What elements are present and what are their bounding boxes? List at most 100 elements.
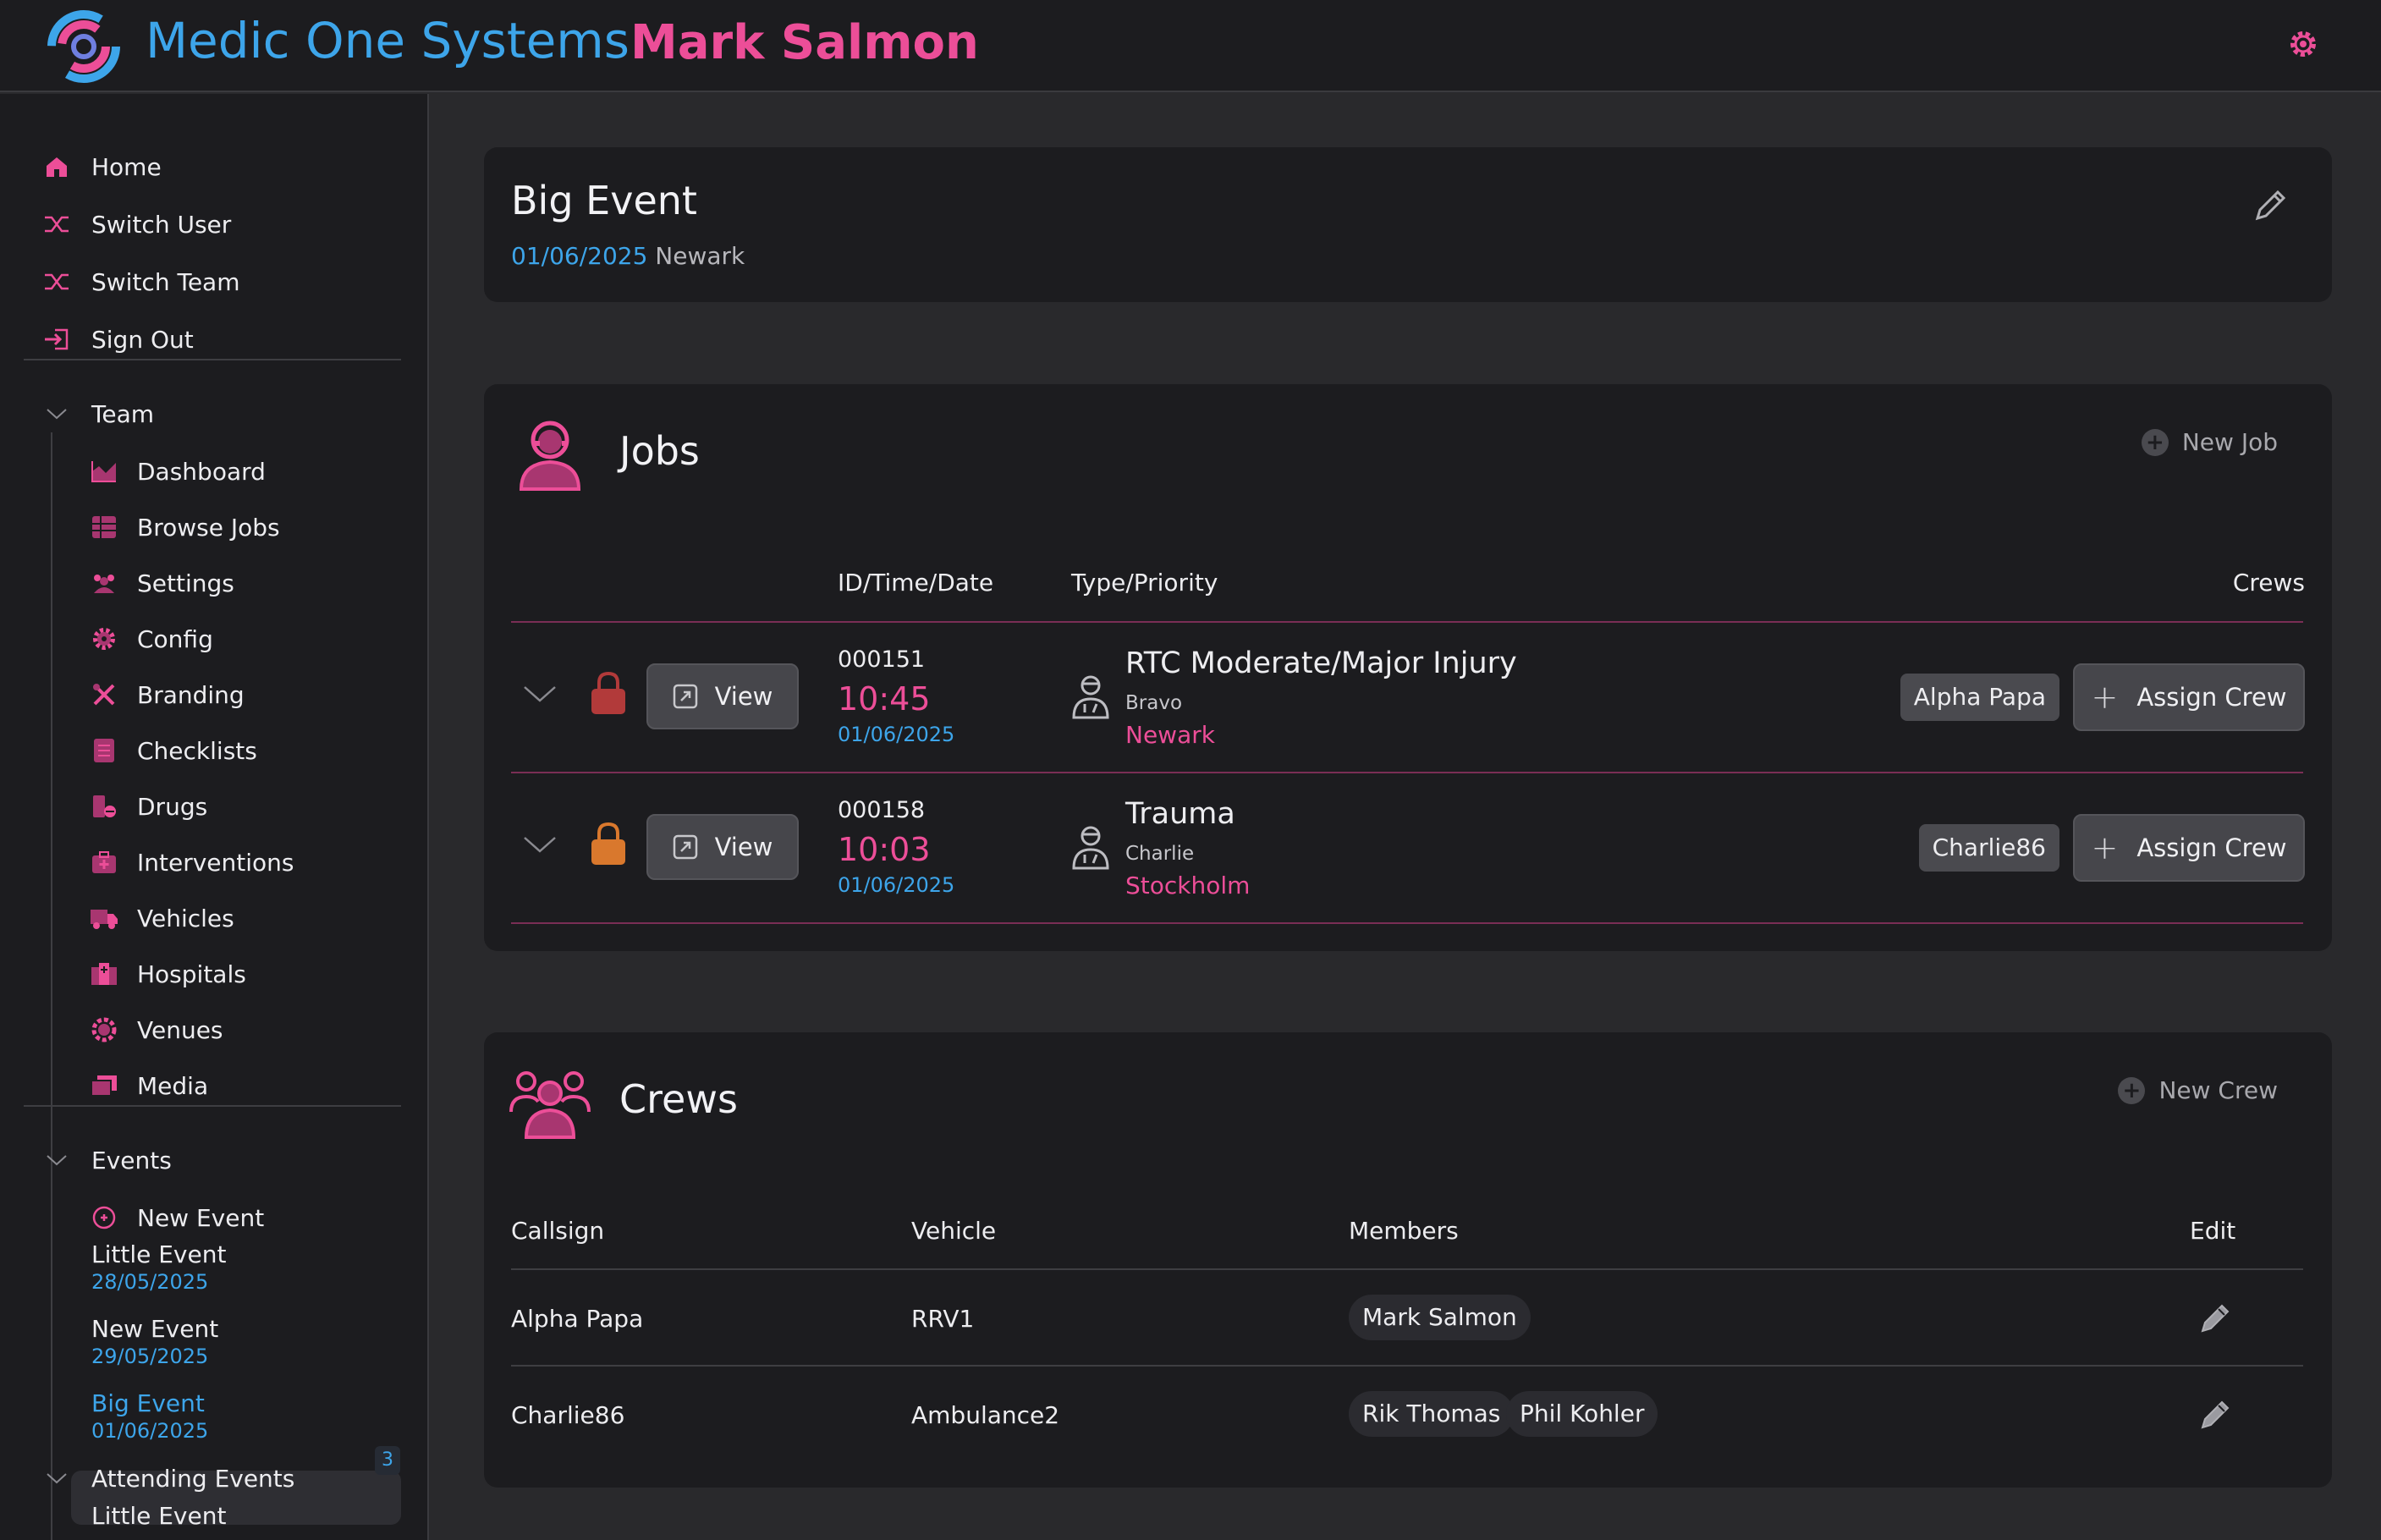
col-header-type: Type/Priority: [1071, 569, 1218, 597]
col-header-edit: Edit: [2190, 1217, 2236, 1245]
call-handler-icon: [519, 421, 581, 491]
assign-crew-label: Assign Crew: [2136, 833, 2287, 862]
sidebar-item-label: Drugs: [137, 792, 208, 821]
sidebar-item-switch-team[interactable]: Switch Team: [42, 263, 239, 300]
member-chip[interactable]: Rik Thomas: [1349, 1391, 1515, 1437]
chevron-down-icon[interactable]: [521, 833, 558, 858]
sidebar-item-home[interactable]: Home: [42, 148, 162, 185]
sidebar-item-label: Browse Jobs: [137, 513, 280, 542]
sidebar-item-hospitals[interactable]: Hospitals: [90, 955, 246, 993]
sidebar-item-config[interactable]: Config: [90, 620, 213, 657]
sidebar-item-label: New Event: [137, 1203, 265, 1232]
pencil-icon[interactable]: [2252, 186, 2290, 223]
medkit-icon: [90, 848, 118, 877]
sidebar-item-label: Media: [137, 1071, 209, 1100]
sidebar-item-drugs[interactable]: Drugs: [90, 788, 207, 825]
event-date: 01/06/2025: [511, 242, 648, 270]
pencil-icon[interactable]: [2198, 1300, 2234, 1335]
job-priority: Charlie: [1125, 843, 1195, 865]
sidebar-item-dashboard[interactable]: Dashboard: [90, 453, 266, 490]
table-row-rule: [511, 772, 2303, 773]
new-job-button[interactable]: + New Job: [2141, 428, 2278, 456]
sidebar-group-attending-events[interactable]: Attending Events: [42, 1460, 294, 1497]
ambulance-icon: [90, 904, 118, 932]
event-header-card: Big Event 01/06/2025 Newark: [484, 147, 2332, 302]
sidebar-item-label: Checklists: [137, 736, 257, 765]
event-title: Big Event: [91, 1389, 205, 1417]
sidebar-item-sign-out[interactable]: Sign Out: [42, 321, 194, 358]
gear-icon[interactable]: [2286, 27, 2320, 61]
sidebar-item-media[interactable]: Media: [90, 1067, 208, 1104]
view-job-button[interactable]: View: [646, 814, 799, 880]
lock-icon[interactable]: [589, 670, 628, 716]
new-crew-button[interactable]: + New Crew: [2118, 1076, 2278, 1104]
home-icon: [42, 152, 71, 181]
sidebar-event-big-event[interactable]: Big Event 01/06/2025: [91, 1389, 208, 1444]
lock-icon[interactable]: [589, 821, 628, 866]
job-priority: Bravo: [1125, 692, 1183, 714]
sidebar: Home Switch User Switch Team Sign Out Te…: [0, 94, 429, 1540]
view-label: View: [714, 682, 773, 711]
sidebar-item-vehicles[interactable]: Vehicles: [90, 899, 234, 937]
assign-crew-button[interactable]: + Assign Crew: [2073, 663, 2305, 731]
event-title: Little Event: [91, 1502, 227, 1530]
sidebar-item-switch-user[interactable]: Switch User: [42, 206, 231, 243]
sidebar-attending-little-event[interactable]: Little Event: [91, 1502, 226, 1531]
job-time: 10:45: [838, 680, 931, 718]
sidebar-group-label: Events: [91, 1146, 172, 1174]
view-job-button[interactable]: View: [646, 663, 799, 729]
pencil-icon[interactable]: [2198, 1396, 2234, 1432]
sidebar-item-settings[interactable]: Settings: [90, 564, 234, 602]
job-date: 01/06/2025: [838, 723, 955, 746]
attending-count-badge: 3: [375, 1446, 400, 1475]
sidebar-group-events[interactable]: Events: [42, 1141, 172, 1179]
assigned-crew-chip[interactable]: Charlie86: [1918, 824, 2059, 872]
table-row-rule: [511, 922, 2303, 924]
sidebar-item-label: Home: [91, 152, 162, 181]
jobs-card: Jobs + New Job ID/Time/Date Type/Priorit…: [484, 384, 2332, 951]
col-header-crews: Crews: [2232, 569, 2305, 597]
sidebar-item-label: Dashboard: [137, 457, 266, 486]
crews-card: Crews + New Crew Callsign Vehicle Member…: [484, 1032, 2332, 1488]
sidebar-event-new-event[interactable]: New Event 29/05/2025: [91, 1315, 218, 1369]
sidebar-item-checklists[interactable]: Checklists: [90, 732, 257, 769]
plus-icon: +: [2091, 829, 2119, 866]
sidebar-item-label: Branding: [137, 680, 245, 709]
sidebar-item-venues[interactable]: Venues: [90, 1011, 223, 1048]
crew-group-icon: [509, 1071, 591, 1139]
new-job-label: New Job: [2181, 428, 2278, 456]
patient-icon: [1072, 826, 1109, 870]
table-row-rule: [511, 1365, 2303, 1367]
gear-icon: [90, 624, 118, 653]
table-header-rule: [511, 621, 2303, 623]
assign-crew-button[interactable]: + Assign Crew: [2073, 814, 2305, 882]
assigned-crew-chip[interactable]: Alpha Papa: [1900, 674, 2059, 721]
sidebar-item-browse-jobs[interactable]: Browse Jobs: [90, 509, 280, 546]
col-header-vehicle: Vehicle: [911, 1217, 997, 1245]
view-label: View: [714, 833, 773, 861]
checklist-icon: [90, 736, 118, 765]
sidebar-item-label: Sign Out: [91, 325, 194, 354]
sidebar-divider: [24, 1105, 401, 1107]
sidebar-item-new-event[interactable]: New Event: [90, 1199, 264, 1236]
people-icon: [90, 569, 118, 597]
crews-title: Crews: [619, 1076, 738, 1122]
chart-icon: [90, 457, 118, 486]
sidebar-item-branding[interactable]: Branding: [90, 676, 245, 713]
external-link-icon: [673, 684, 697, 709]
job-time: 10:03: [838, 831, 931, 868]
sidebar-item-label: Interventions: [137, 848, 294, 877]
external-link-icon: [673, 834, 697, 860]
tools-icon: [90, 680, 118, 709]
shuffle-icon: [42, 210, 71, 239]
sidebar-group-team[interactable]: Team: [42, 395, 154, 432]
sidebar-item-interventions[interactable]: Interventions: [90, 844, 294, 881]
member-chip[interactable]: Phil Kohler: [1506, 1391, 1658, 1437]
brand-name: Medic One Systems: [146, 12, 630, 69]
sidebar-event-little-event[interactable]: Little Event 28/05/2025: [91, 1240, 226, 1295]
job-id: 000151: [838, 646, 926, 673]
medic-one-logo-icon[interactable]: [46, 8, 122, 85]
member-chip[interactable]: Mark Salmon: [1349, 1295, 1531, 1340]
chevron-down-icon[interactable]: [521, 682, 558, 707]
new-crew-label: New Crew: [2158, 1076, 2278, 1104]
